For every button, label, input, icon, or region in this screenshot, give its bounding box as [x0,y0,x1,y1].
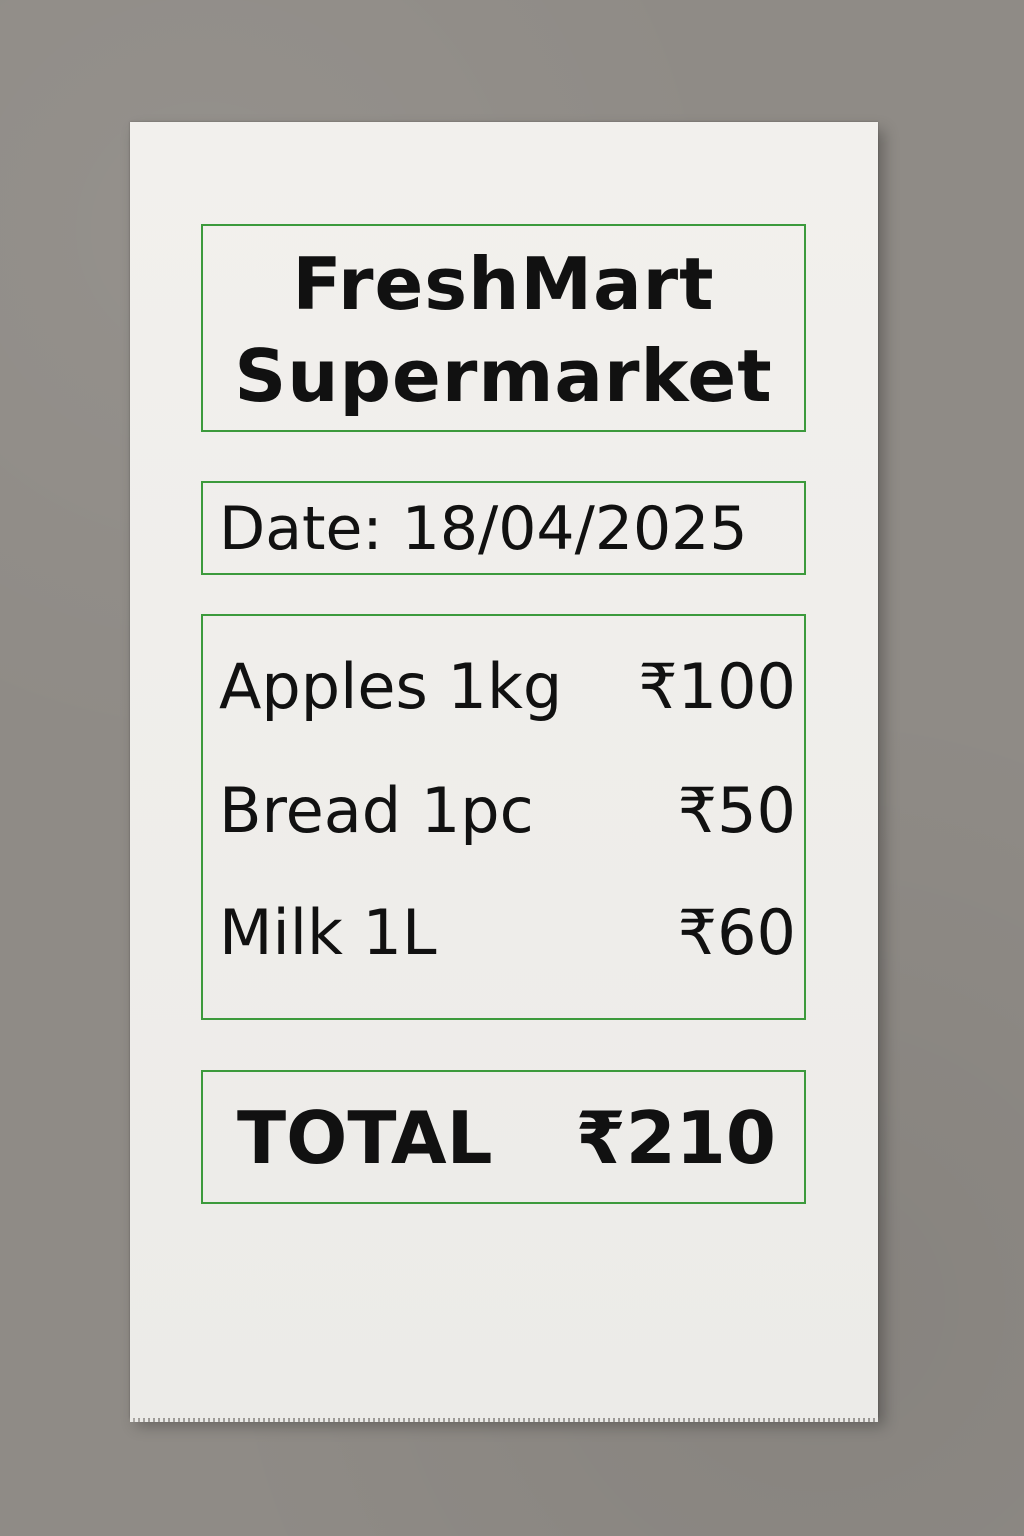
item-price: ₹100 [638,649,796,723]
items-box: Apples 1kg ₹100 Bread 1pc ₹50 Milk 1L ₹6… [201,614,806,1020]
item-name: Bread 1pc [219,773,534,847]
date-box: Date: 18/04/2025 [201,481,806,575]
receipt-date: Date: 18/04/2025 [219,494,748,564]
total-value: ₹210 [575,1096,776,1180]
total-box: TOTAL ₹210 [201,1070,806,1204]
item-name: Apples 1kg [219,649,563,723]
total-label: TOTAL [237,1096,493,1180]
list-item: Bread 1pc ₹50 [219,770,796,850]
list-item: Milk 1L ₹60 [219,892,796,972]
store-header-box: FreshMart Supermarket [201,224,806,432]
item-name: Milk 1L [219,895,437,969]
item-price: ₹50 [677,773,796,847]
list-item: Apples 1kg ₹100 [219,646,796,726]
total-row: TOTAL ₹210 [237,1096,776,1180]
item-price: ₹60 [677,895,796,969]
store-name: FreshMart Supermarket [234,242,773,418]
receipt-paper: FreshMart Supermarket Date: 18/04/2025 A… [130,122,878,1422]
